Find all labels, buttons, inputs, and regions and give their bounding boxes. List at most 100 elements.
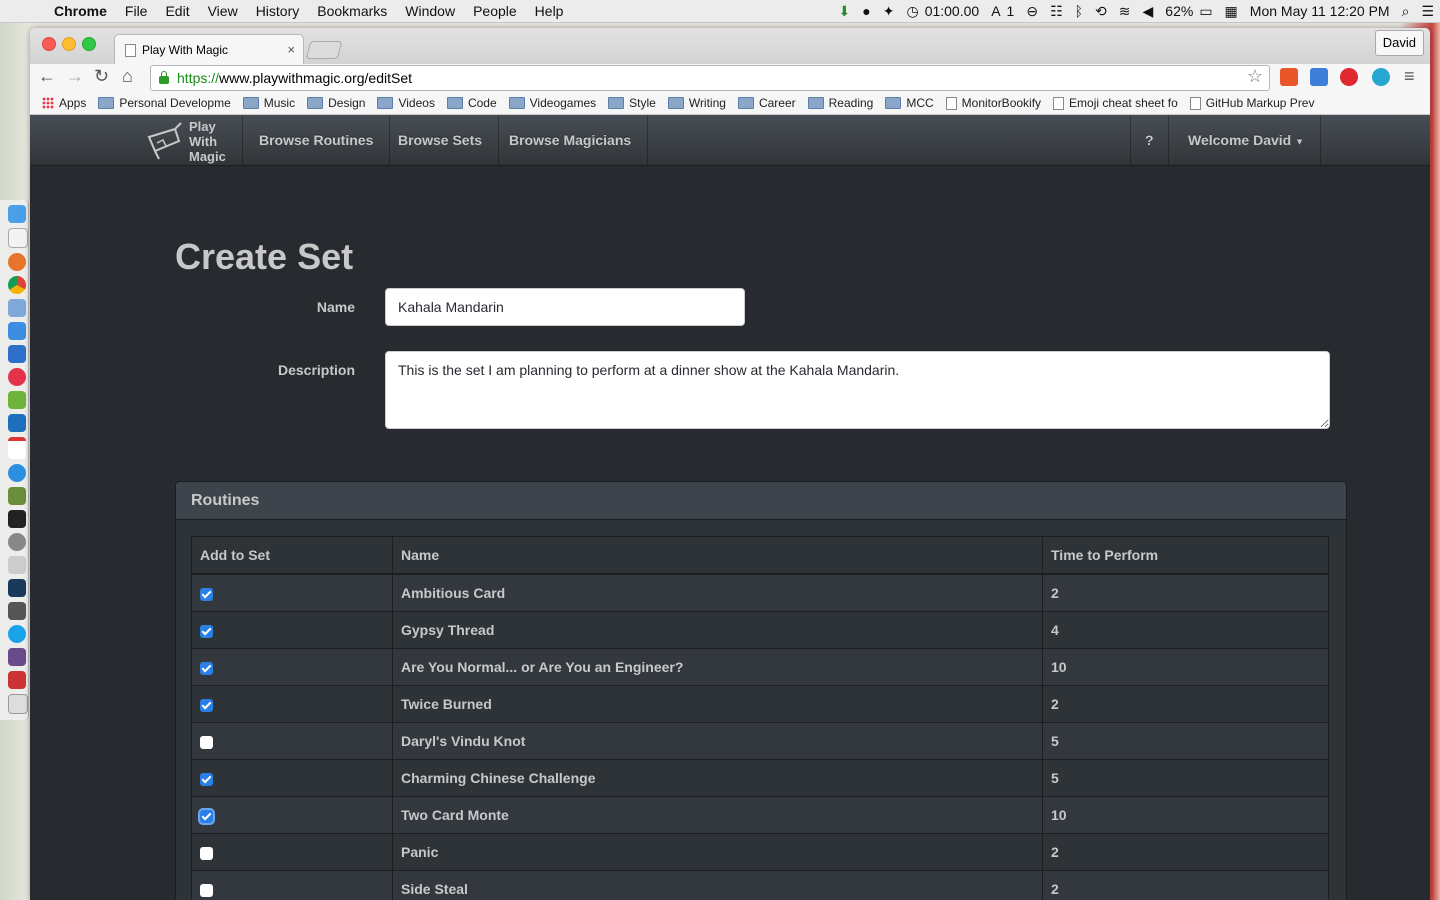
- wifi-icon[interactable]: ≋: [1113, 3, 1137, 20]
- set-description-textarea[interactable]: This is the set I am planning to perform…: [385, 351, 1330, 429]
- nav-browse-magicians[interactable]: Browse Magicians: [493, 115, 649, 165]
- evernote-icon[interactable]: ●: [856, 3, 876, 19]
- mail-icon[interactable]: [8, 322, 26, 340]
- add-to-set-checkbox[interactable]: [200, 735, 213, 749]
- add-to-set-checkbox[interactable]: [200, 846, 213, 860]
- nav-browse-sets[interactable]: Browse Sets: [382, 115, 500, 165]
- github-icon[interactable]: [8, 648, 26, 666]
- bookmark-item[interactable]: Style: [608, 96, 656, 110]
- bookmark-item[interactable]: Design: [307, 96, 365, 110]
- home-icon[interactable]: ⌂: [122, 66, 133, 87]
- grid-icon[interactable]: ☷: [1044, 3, 1069, 20]
- trash-icon[interactable]: [8, 694, 28, 714]
- nav-browse-routines[interactable]: Browse Routines: [242, 115, 391, 165]
- bookmark-item[interactable]: Code: [446, 96, 497, 110]
- minecraft-icon[interactable]: [8, 487, 26, 505]
- new-tab-button[interactable]: [305, 41, 343, 59]
- chrome-icon[interactable]: [8, 276, 26, 294]
- bookmark-item[interactable]: MCC: [885, 96, 934, 110]
- timer-readout[interactable]: 01:00.00: [925, 3, 986, 19]
- menu-bookmarks[interactable]: Bookmarks: [308, 3, 396, 19]
- bookmark-item[interactable]: Reading: [807, 96, 873, 110]
- set-name-input[interactable]: [385, 288, 745, 326]
- add-to-set-checkbox[interactable]: [200, 587, 213, 601]
- bluetooth-icon[interactable]: ᛒ: [1069, 3, 1089, 19]
- add-to-set-checkbox[interactable]: [200, 698, 213, 712]
- lock-icon[interactable]: [159, 71, 169, 84]
- user-menu-dropdown[interactable]: Welcome David ▼: [1172, 115, 1322, 165]
- itunes-icon[interactable]: [8, 368, 26, 386]
- volume-icon[interactable]: ◀: [1137, 3, 1160, 20]
- menu-app-name[interactable]: Chrome: [38, 3, 116, 19]
- firefox-icon[interactable]: [8, 253, 26, 271]
- menu-history[interactable]: History: [247, 3, 309, 19]
- menu-help[interactable]: Help: [526, 3, 573, 19]
- tab-play-with-magic[interactable]: Play With Magic ×: [114, 34, 304, 65]
- bookmark-item[interactable]: Music: [242, 96, 295, 110]
- minimize-window-button[interactable]: [62, 37, 76, 51]
- address-bar[interactable]: https:// www.playwithmagic.org/editSet ☆: [150, 65, 1270, 91]
- close-tab-icon[interactable]: ×: [287, 42, 295, 57]
- bookmark-item[interactable]: Videogames: [508, 96, 596, 110]
- terminal-icon[interactable]: [8, 510, 26, 528]
- time-machine-icon[interactable]: ⟲: [1089, 3, 1113, 20]
- spotlight-icon[interactable]: ⌕: [1396, 3, 1416, 20]
- menu-people[interactable]: People: [464, 3, 526, 19]
- app-icon[interactable]: [8, 671, 26, 689]
- live-icon[interactable]: [8, 602, 26, 620]
- timer-clock-icon[interactable]: ◷: [900, 3, 924, 20]
- bookmark-item[interactable]: Videos: [377, 96, 435, 110]
- add-to-set-checkbox[interactable]: [200, 883, 213, 897]
- bookmark-item[interactable]: Personal Developme: [98, 96, 231, 110]
- zoom-window-button[interactable]: [82, 37, 96, 51]
- site-logo[interactable]: Play With Magic: [145, 119, 235, 164]
- menu-window[interactable]: Window: [396, 3, 464, 19]
- finder-icon[interactable]: [8, 205, 26, 223]
- menu-file[interactable]: File: [116, 3, 157, 19]
- bookmark-item[interactable]: Emoji cheat sheet fo: [1053, 96, 1178, 110]
- menu-view[interactable]: View: [199, 3, 247, 19]
- safari-icon[interactable]: [8, 464, 26, 482]
- battery-icon[interactable]: ▭: [1199, 3, 1218, 20]
- forward-icon[interactable]: →: [66, 66, 84, 87]
- disk-utility-icon[interactable]: [8, 533, 26, 551]
- photoshop-icon[interactable]: [8, 414, 26, 432]
- bookmark-item[interactable]: GitHub Markup Prev: [1189, 96, 1314, 110]
- chrome-menu-icon[interactable]: ≡: [1404, 66, 1415, 87]
- skype-icon[interactable]: [8, 625, 26, 643]
- clock-datetime[interactable]: Mon May 11 12:20 PM: [1244, 3, 1396, 19]
- notification-center-icon[interactable]: ☰: [1415, 3, 1440, 20]
- adobe-icon[interactable]: A: [985, 3, 1006, 19]
- bookmark-star-icon[interactable]: ☆: [1247, 66, 1263, 87]
- notes-icon[interactable]: [8, 228, 28, 248]
- menu-edit[interactable]: Edit: [156, 3, 198, 19]
- back-icon[interactable]: ←: [38, 66, 56, 87]
- nav-help[interactable]: ?: [1130, 115, 1169, 165]
- dreamweaver-icon[interactable]: [8, 391, 26, 409]
- bookmark-item[interactable]: Writing: [667, 96, 726, 110]
- bookmark-item[interactable]: Apps: [42, 96, 86, 110]
- remote-icon[interactable]: [8, 556, 26, 574]
- do-not-disturb-icon[interactable]: ⊖: [1020, 3, 1044, 20]
- flag-icon[interactable]: ▦: [1219, 3, 1244, 20]
- close-window-button[interactable]: [42, 37, 56, 51]
- extension-counter-icon[interactable]: [1372, 68, 1390, 86]
- adblock-icon[interactable]: [1340, 68, 1358, 86]
- download-icon[interactable]: ⬇: [833, 3, 857, 20]
- bookmark-item[interactable]: Career: [737, 96, 796, 110]
- cast-icon[interactable]: [1310, 68, 1328, 86]
- battery-percent[interactable]: 62%: [1159, 3, 1199, 19]
- xcode-icon[interactable]: [8, 345, 26, 363]
- bookmark-extension-icon[interactable]: [1280, 68, 1298, 86]
- kindle-icon[interactable]: [8, 579, 26, 597]
- add-to-set-checkbox[interactable]: [200, 772, 213, 786]
- calendar-icon[interactable]: [8, 437, 26, 459]
- profile-button[interactable]: David: [1374, 30, 1424, 56]
- add-to-set-checkbox[interactable]: [200, 809, 213, 823]
- add-to-set-checkbox[interactable]: [200, 624, 213, 638]
- bookmark-item[interactable]: MonitorBookify: [945, 96, 1041, 110]
- reload-icon[interactable]: ↻: [94, 66, 109, 87]
- add-to-set-checkbox[interactable]: [200, 661, 213, 675]
- preview-icon[interactable]: [8, 299, 26, 317]
- wand-icon[interactable]: ✦: [877, 3, 901, 20]
